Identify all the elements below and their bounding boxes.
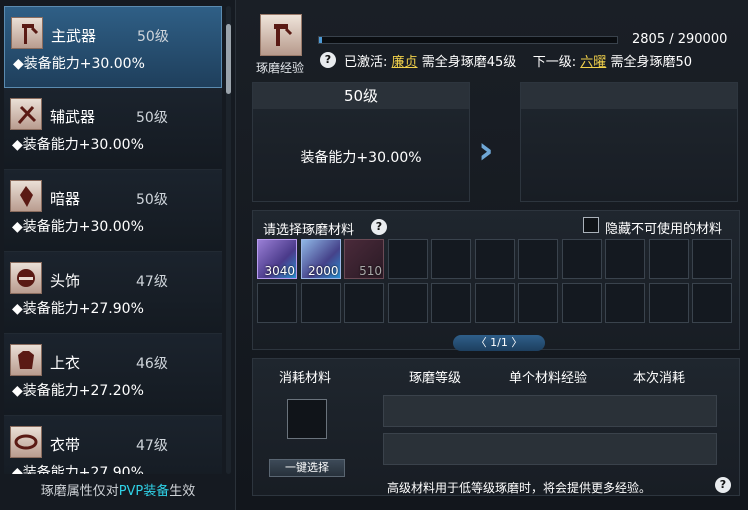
current-level-card: 50级 装备能力+30.00% [252,82,470,202]
material-slot[interactable] [561,283,602,323]
hidden-weapon-icon [10,180,42,212]
one-key-select-button[interactable]: 一键选择 [269,459,345,477]
equipment-item[interactable]: 上衣 46级 ◆装备能力+27.20% [4,334,222,416]
material-slot[interactable] [300,283,341,323]
equipment-level: 47级 [136,438,168,454]
equipment-name: 主武器 [51,27,97,45]
tip-text: 高级材料用于低等级琢磨时，将会提供更多经验。 [387,481,652,495]
material-slot[interactable]: 2000 [300,239,341,279]
pvp-note: 琢磨属性仅对PVP装备生效 [40,484,196,499]
equipment-bonus: ◆装备能力+30.00% [13,56,145,72]
equipment-item[interactable]: 头饰 47级 ◆装备能力+27.90% [4,252,222,334]
equipment-list: 主武器 50级 ◆装备能力+30.00% 辅武器 50级 ◆装备能力+30.00… [4,6,222,474]
pager[interactable]: 〈 1/1 〉 [453,335,545,351]
sub-weapon-icon [10,98,42,130]
equipment-name: 衣带 [50,436,81,454]
headgear-icon [10,262,42,294]
material-slot[interactable] [387,283,428,323]
exp-value: 2805 / 290000 [632,32,728,47]
material-slot[interactable] [344,283,384,323]
equipment-item[interactable]: 主武器 50级 ◆装备能力+30.00% [4,6,222,88]
material-panel: 请选择琢磨材料 ? 隐藏不可使用的材料 3040 2000 510 〈 1/1 〉 [252,210,740,351]
equipment-item[interactable]: 衣带 47级 ◆装备能力+27.90% [4,416,222,474]
material-slot[interactable] [692,239,732,279]
equipment-bonus: ◆装备能力+27.20% [12,383,144,399]
activated-set-link[interactable]: 廉贞 [392,55,418,70]
material-slot[interactable] [605,239,645,279]
equipment-bonus: ◆装备能力+30.00% [12,137,144,153]
consume-panel: 消耗材料 琢磨等级 单个材料经验 本次消耗 一键选择 高级材料用于低等级琢磨时，… [252,358,740,496]
current-level-title: 50级 [253,83,469,109]
equipment-bonus: ◆装备能力+30.00% [12,219,144,235]
main-weapon-icon [260,14,302,56]
material-slot[interactable] [518,283,558,323]
next-set-link[interactable]: 六曜 [580,55,606,70]
material-slot[interactable] [648,283,689,323]
consume-row [383,395,717,427]
material-slot[interactable] [257,283,297,323]
polish-exp-label: 琢磨经验 [256,61,305,75]
material-title: 请选择琢磨材料 [263,223,355,238]
current-level-bonus: 装备能力+30.00% [300,150,422,166]
material-slot[interactable] [561,239,602,279]
material-count: 3040 [264,264,295,278]
equipment-panel: 主武器 50级 ◆装备能力+30.00% 辅武器 50级 ◆装备能力+30.00… [0,0,236,510]
material-slot[interactable] [474,239,515,279]
scroll-thumb[interactable] [226,24,231,94]
equipment-name: 头饰 [50,272,81,290]
equipment-level: 46级 [136,356,168,372]
equipment-item[interactable]: 辅武器 50级 ◆装备能力+30.00% [4,88,222,170]
equipment-bonus: ◆装备能力+27.90% [12,465,144,474]
material-slot[interactable] [387,239,428,279]
material-slot[interactable] [648,239,689,279]
material-slot[interactable] [431,283,471,323]
help-icon[interactable]: ? [371,219,387,235]
exp-progress-fill [319,37,322,43]
next-level-card [520,82,738,202]
top-icon [10,344,42,376]
col-exp: 单个材料经验 [509,371,588,386]
equipment-item[interactable]: 暗器 50级 ◆装备能力+30.00% [4,170,222,252]
equipment-level: 50级 [137,29,169,45]
activation-info: 已激活: 廉贞 需全身琢磨45级 下一级: 六曜 需全身琢磨50 [344,55,692,70]
exp-progress-bar [318,36,618,44]
equipment-level: 47级 [136,274,168,290]
consume-slot[interactable] [287,399,327,439]
equipment-name: 暗器 [50,190,81,208]
material-slot[interactable]: 510 [344,239,384,279]
help-icon[interactable]: ? [715,477,731,493]
equipment-name: 辅武器 [50,108,96,126]
material-slot[interactable] [518,239,558,279]
material-slot[interactable] [692,283,732,323]
material-count: 2000 [307,264,339,278]
col-level: 琢磨等级 [409,371,462,386]
equipment-level: 50级 [136,110,168,126]
equipment-name: 上衣 [50,354,81,372]
material-count: 510 [359,264,382,278]
material-slot[interactable] [431,239,471,279]
col-material: 消耗材料 [279,371,332,386]
polish-window: 主武器 50级 ◆装备能力+30.00% 辅武器 50级 ◆装备能力+30.00… [0,0,748,510]
belt-icon [10,426,42,458]
equipment-bonus: ◆装备能力+27.90% [12,301,144,317]
hide-unusable-checkbox[interactable] [583,217,599,233]
consume-row [383,433,717,465]
col-cost: 本次消耗 [633,371,686,386]
hide-unusable-label: 隐藏不可使用的材料 [605,222,723,237]
main-weapon-icon [11,17,43,49]
next-level-title [521,83,737,109]
chevron-right-icon: › [478,128,494,172]
material-slot[interactable] [605,283,645,323]
material-slot[interactable] [474,283,515,323]
equipment-level: 50级 [136,192,168,208]
material-slot[interactable]: 3040 [257,239,297,279]
polish-panel: 琢磨经验 2805 / 290000 ? 已激活: 廉贞 需全身琢磨45级 下一… [246,6,744,506]
help-icon[interactable]: ? [320,52,336,68]
